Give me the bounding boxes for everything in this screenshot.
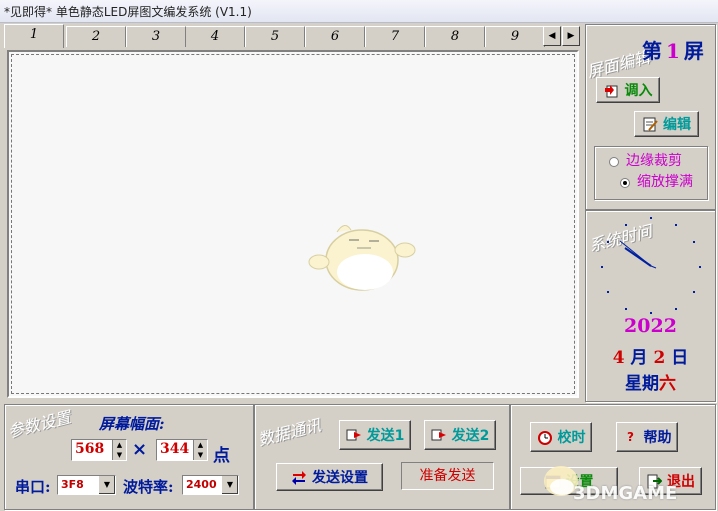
times-sign: × [132, 439, 148, 460]
site-watermark: 3DMGAME [573, 483, 678, 504]
tab-2[interactable]: 2 [66, 26, 126, 47]
height-spin-arrows[interactable]: ▲ ▼ [193, 440, 207, 460]
port-label: 串口: [15, 478, 51, 496]
weekday-value: 六 [659, 374, 676, 394]
height-spinner[interactable]: 344 ▲ ▼ [156, 439, 208, 461]
mascot-logo [308, 225, 416, 291]
chevron-down-icon[interactable]: ▼ [98, 476, 115, 494]
tab-5[interactable]: 5 [245, 26, 305, 47]
width-spinner[interactable]: 568 ▲ ▼ [71, 439, 127, 461]
tab-8[interactable]: 8 [425, 26, 485, 47]
baud-value: 2400 [186, 478, 217, 491]
tab-3[interactable]: 3 [126, 26, 186, 47]
tab-6[interactable]: 6 [305, 26, 365, 47]
help-label: 帮助 [643, 430, 672, 446]
send-settings-label: 发送设置 [312, 470, 368, 486]
screen-number-heading: 第1屏 [642, 35, 704, 64]
screen-tabs: 987654321 ◀ ▶ [4, 24, 582, 48]
send-icon [346, 427, 362, 443]
clock-date: 4 月 2 日 [586, 343, 715, 368]
radio-stretch[interactable] [620, 178, 630, 188]
send-status: 准备发送 [401, 462, 494, 490]
clock-month: 4 [612, 348, 625, 368]
screen-number: 1 [666, 39, 680, 63]
clock-month-unit: 月 [630, 348, 648, 368]
led-canvas[interactable] [7, 50, 579, 398]
transfer-icon [291, 469, 307, 485]
import-button[interactable]: 调入 [596, 77, 660, 103]
comm-watermark: 数据通讯 [256, 415, 323, 450]
import-label: 调入 [624, 83, 653, 99]
baud-select[interactable]: 2400 ▼ [182, 475, 239, 495]
screen-size-label: 屏幕幅面: [99, 415, 165, 433]
clock-year: 2022 [624, 315, 677, 337]
send1-button[interactable]: 发送1 [339, 420, 411, 450]
edit-icon [642, 116, 658, 132]
edit-label: 编辑 [663, 117, 691, 133]
radio-crop-label: 边缘裁剪 [626, 153, 682, 169]
edit-button[interactable]: 编辑 [634, 111, 699, 137]
sync-time-button[interactable]: 校时 [530, 422, 592, 452]
send-settings-button[interactable]: 发送设置 [276, 463, 383, 491]
screen-suffix: 屏 [683, 39, 704, 63]
clock-day-unit: 日 [671, 348, 689, 368]
analog-clock [601, 217, 701, 314]
radio-crop[interactable] [609, 157, 619, 167]
help-icon: ? [627, 430, 634, 444]
height-value: 344 [160, 441, 190, 457]
comm-panel: 数据通讯 发送1 发送2 发送设置 准备发送 [254, 404, 510, 510]
clock-weekday: 星期六 [586, 369, 715, 394]
window-title: *见即得* 单色静态LED屏图文编发系统 (V1.1) [4, 5, 252, 19]
tab-scroll-left-button[interactable]: ◀ [543, 26, 561, 46]
actions-panel: 校时 ? 帮助 设置 退出 3DMGAME [510, 404, 716, 510]
tab-7[interactable]: 7 [365, 26, 425, 47]
width-value: 568 [75, 441, 105, 457]
radio-stretch-label: 缩放撑满 [637, 174, 693, 190]
tab-1[interactable]: 1 [4, 24, 64, 48]
send-icon [431, 427, 447, 443]
chevron-down-icon[interactable]: ▼ [221, 476, 238, 494]
screen-prefix: 第 [642, 39, 662, 63]
screen-edit-panel: 屏面编辑 第1屏 调入 编辑 边缘裁剪 缩放撑满 [585, 24, 716, 210]
params-panel: 参数设置 屏幕幅面: 568 ▲ ▼ × 344 ▲ ▼ 点 串口: 3F8 ▼ 波… [4, 404, 254, 510]
system-time-panel: 系统时间 2022 4 月 2 日 星期六 [585, 210, 716, 402]
weekday-prefix: 星期 [625, 374, 659, 394]
send1-label: 发送1 [366, 428, 405, 444]
alarm-clock-icon [537, 429, 553, 445]
width-spin-arrows[interactable]: ▲ ▼ [112, 440, 126, 460]
clock-day: 2 [653, 348, 666, 368]
send2-label: 发送2 [451, 428, 490, 444]
baud-label: 波特率: [123, 478, 174, 496]
tab-scroll-right-button[interactable]: ▶ [562, 26, 580, 46]
tab-4[interactable]: 4 [185, 26, 245, 47]
sync-time-label: 校时 [557, 430, 586, 446]
port-value: 3F8 [61, 478, 84, 491]
send2-button[interactable]: 发送2 [424, 420, 496, 450]
help-button[interactable]: ? 帮助 [616, 422, 678, 452]
title-bar: *见即得* 单色静态LED屏图文编发系统 (V1.1) [0, 0, 718, 23]
import-icon [604, 82, 620, 98]
unit-label: 点 [213, 446, 230, 466]
canvas-boundary [11, 54, 575, 394]
params-watermark: 参数设置 [6, 407, 73, 442]
fit-mode-group: 边缘裁剪 缩放撑满 [594, 146, 708, 200]
port-select[interactable]: 3F8 ▼ [57, 475, 116, 495]
tab-9[interactable]: 9 [485, 26, 545, 47]
